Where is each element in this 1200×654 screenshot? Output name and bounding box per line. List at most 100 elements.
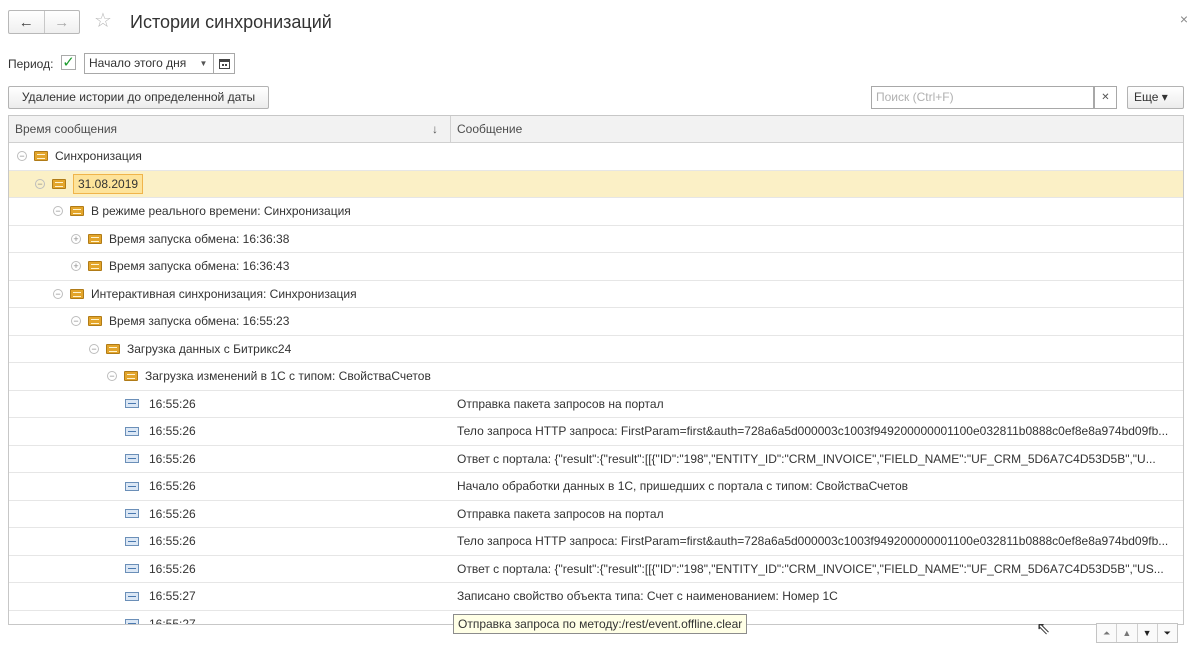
back-button[interactable]: ← [9,11,44,33]
collapse-icon[interactable]: − [107,371,117,382]
column-header-message[interactable]: Сообщение [451,116,1183,142]
folder-icon [70,288,84,299]
tooltip: Отправка запроса по методу:/rest/event.o… [453,614,748,634]
history-table: Время сообщения ↓ Сообщение − Синхронизац… [8,115,1184,625]
cell-time: + Время запуска обмена: 16:36:43 [9,253,451,280]
event-icon [125,481,139,491]
event-icon [125,399,139,409]
table-row[interactable]: 16:55:26 Тело запроса HTTP запроса: First… [9,528,1183,556]
table-row[interactable]: 16:55:26 Начало обработки данных в 1С, пр… [9,473,1183,501]
folder-icon [88,261,102,272]
cell-time-text: Загрузка изменений в 1С с типом: Свойств… [145,369,431,384]
cell-time: − В режиме реального времени: Синхронизац… [9,198,451,225]
cell-time: 16:55:26 [9,473,451,500]
collapse-icon[interactable]: − [89,343,99,354]
table-row[interactable]: − 31.08.2019 [9,170,1183,198]
mouse-cursor-icon: ⇖ [1036,619,1051,638]
cell-time-text: В режиме реального времени: Синхронизаци… [91,204,351,219]
clear-icon: ✕ [1101,92,1110,103]
cell-time: − Загрузка изменений в 1С с типом: Свойст… [9,363,451,390]
sort-down-icon: ↓ [432,122,438,136]
cell-time-text: Синхронизация [55,149,142,164]
event-icon [125,426,139,436]
scroll-down-icon: ▼ [1142,628,1152,638]
table-row[interactable]: − Загрузка данных с Битрикс24 [9,336,1183,363]
cell-time: 16:55:26 [9,391,451,418]
scroll-up-button[interactable]: ▲ [1116,624,1136,642]
column-header-time[interactable]: Время сообщения ↓ [9,116,451,142]
cell-time: − 31.08.2019 [9,171,451,198]
folder-icon [70,206,84,217]
cell-message [451,308,1183,335]
period-dropdown-button[interactable]: ▼ [194,53,214,74]
cell-time: 16:55:26 [9,501,451,528]
table-row[interactable]: − Синхронизация [9,143,1183,171]
event-icon [125,536,139,546]
table-row[interactable]: + Время запуска обмена: 16:36:43 [9,253,1183,281]
table-row[interactable]: 16:55:26 Ответ с портала: {"result":{"res… [9,556,1183,583]
collapse-icon[interactable]: − [53,206,63,217]
scroll-top-icon: ⏶ [1103,627,1111,638]
event-icon [125,619,139,624]
cell-time-text: 16:55:27 [149,616,196,625]
cell-message: Тело запроса HTTP запроса: FirstParam=fi… [451,528,1183,555]
table-row[interactable]: 16:55:27 Записано свойство объекта типа: … [9,583,1183,611]
collapse-icon[interactable]: − [35,178,45,189]
table-row[interactable]: − Загрузка изменений в 1С с типом: Свойст… [9,363,1183,391]
folder-icon [34,151,48,162]
table-body: − Синхронизация − 31.08.2019 − В режиме реаль… [9,143,1183,625]
collapse-icon[interactable]: − [71,316,81,327]
forward-button[interactable]: → [43,11,80,33]
table-row[interactable]: 16:55:26 Ответ с портала: {"result":{"res… [9,446,1183,473]
cell-time: 16:55:26 [9,556,451,583]
cell-time-text: 16:55:26 [149,479,196,494]
table-row[interactable]: 16:55:26 Отправка пакета запросов на порт… [9,391,1183,418]
folder-icon [88,316,102,327]
table-row[interactable]: 16:55:26 Тело запроса HTTP запроса: First… [9,418,1183,446]
event-icon [125,454,139,464]
cell-message: Отправка пакета запросов на портал [451,501,1183,528]
period-checkbox[interactable]: ✓ [61,55,76,70]
expand-icon[interactable]: + [71,261,81,272]
favorite-star-icon[interactable]: ☆ [94,9,112,33]
cell-time: 16:55:26 [9,418,451,445]
folder-icon [124,371,138,382]
search-input[interactable]: Поиск (Ctrl+F) [871,86,1094,109]
expand-icon[interactable]: + [71,233,81,244]
cell-time-text: Время запуска обмена: 16:36:43 [109,259,290,274]
cell-message [451,253,1183,280]
period-label: Период: [8,57,54,71]
cell-message: Тело запроса HTTP запроса: FirstParam=fi… [451,418,1183,445]
scroll-bottom-button[interactable]: ⏷ [1156,624,1177,642]
folder-icon [88,233,102,244]
more-button[interactable]: Еще ▾ [1127,86,1184,109]
delete-history-button[interactable]: Удаление истории до определенной даты [8,86,269,109]
cell-message [451,281,1183,308]
scroll-up-icon: ▲ [1122,628,1132,638]
cell-message-text: Ответ с портала: {"result":{"result":[[{… [457,561,1164,576]
cell-message: Ответ с портала: {"result":{"result":[[{… [451,446,1183,473]
scroll-bottom-icon: ⏷ [1163,627,1171,638]
table-row[interactable]: − Время запуска обмена: 16:55:23 [9,308,1183,336]
cell-message: Отправка пакета запросов на портал [451,391,1183,418]
scroll-top-button[interactable]: ⏶ [1097,624,1116,642]
cell-time-text: Загрузка данных с Битрикс24 [127,341,292,356]
cell-time-text: 16:55:26 [149,396,196,411]
cell-time-text: 16:55:26 [149,424,196,439]
cell-time-text: 31.08.2019 [73,173,144,194]
cell-message: Ответ с портала: {"result":{"result":[[{… [451,556,1183,583]
table-row[interactable]: 16:55:26 Отправка пакета запросов на порт… [9,501,1183,528]
table-row[interactable]: − В режиме реального времени: Синхронизац… [9,198,1183,226]
collapse-icon[interactable]: − [53,288,63,299]
close-icon[interactable]: × [1180,11,1188,27]
calendar-button[interactable] [213,53,235,74]
search-clear-button[interactable]: ✕ [1094,86,1117,109]
cell-message-text: Отправка пакета запросов на портал [457,396,664,411]
collapse-icon[interactable]: − [17,151,27,162]
table-row[interactable]: − Интерактивная синхронизация: Синхрониза… [9,281,1183,308]
cell-message [451,198,1183,225]
scroll-down-button[interactable]: ▼ [1136,624,1157,642]
period-select[interactable]: Начало этого дня [84,53,195,74]
table-row[interactable]: + Время запуска обмена: 16:36:38 [9,226,1183,253]
column-header-message-label: Сообщение [457,122,523,136]
